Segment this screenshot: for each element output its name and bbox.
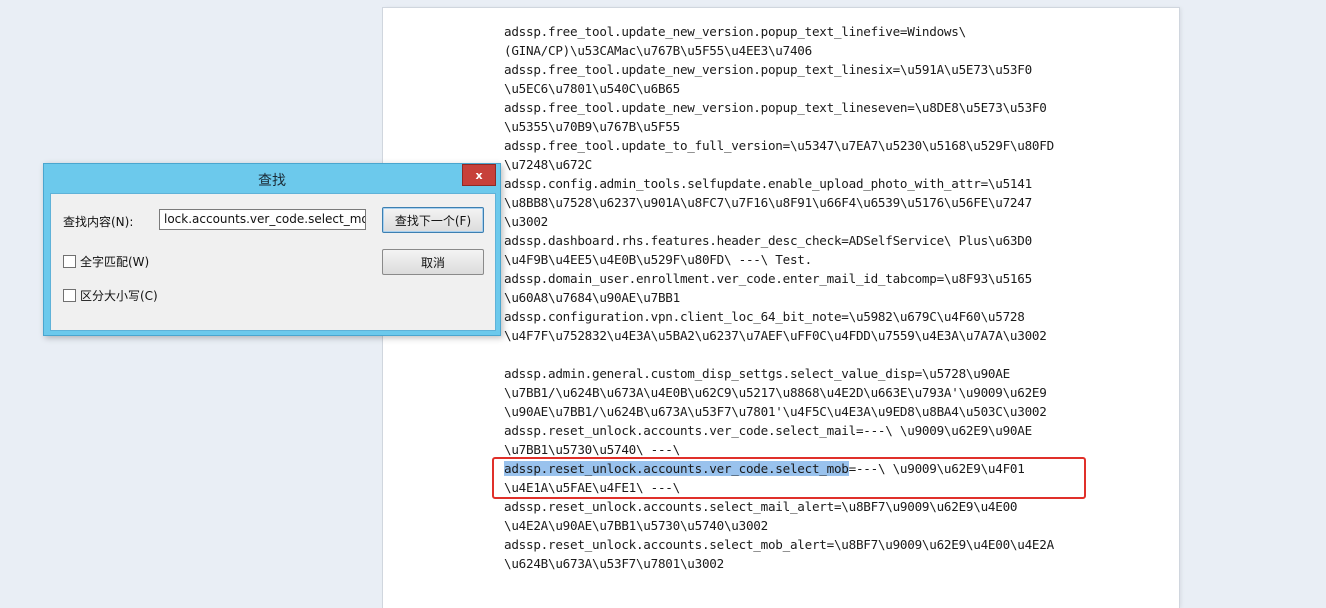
doc-line: (GINA/CP)\u53CAMac\u767B\u5F55\u4EE3\u74… bbox=[504, 43, 812, 58]
doc-line: \u8BB8\u7528\u6237\u901A\u8FC7\u7F16\u8F… bbox=[504, 195, 1032, 210]
cancel-button[interactable]: 取消 bbox=[382, 249, 484, 275]
doc-line: \u3002 bbox=[504, 214, 548, 229]
doc-line: adssp.free_tool.update_new_version.popup… bbox=[504, 100, 1047, 115]
find-dialog: 查找 x 查找内容(N): lock.accounts.ver_code.sel… bbox=[43, 163, 501, 336]
doc-line: \u5EC6\u7801\u540C\u6B65 bbox=[504, 81, 680, 96]
find-next-button[interactable]: 查找下一个(F) bbox=[382, 207, 484, 233]
match-case-checkbox[interactable] bbox=[63, 289, 76, 302]
doc-line: \u4E2A\u90AE\u7BB1\u5730\u5740\u3002 bbox=[504, 518, 768, 533]
doc-line: adssp.reset_unlock.accounts.select_mail_… bbox=[504, 499, 1018, 514]
close-button[interactable]: x bbox=[462, 164, 496, 186]
dialog-title: 查找 bbox=[258, 173, 286, 189]
doc-line: adssp.reset_unlock.accounts.select_mob_a… bbox=[504, 537, 1054, 552]
dialog-body: 查找内容(N): lock.accounts.ver_code.select_m… bbox=[50, 193, 496, 331]
doc-line: \u90AE\u7BB1/\u624B\u673A\u53F7\u7801'\u… bbox=[504, 404, 1047, 419]
find-input[interactable]: lock.accounts.ver_code.select_mob bbox=[159, 209, 366, 230]
match-case-label: 区分大小写(C) bbox=[80, 289, 158, 303]
doc-line: \u624B\u673A\u53F7\u7801\u3002 bbox=[504, 556, 724, 571]
doc-line: adssp.dashboard.rhs.features.header_desc… bbox=[504, 233, 1032, 248]
doc-line: \u5355\u70B9\u767B\u5F55 bbox=[504, 119, 680, 134]
doc-line: \u4F9B\u4EE5\u4E0B\u529F\u80FD\ ---\ Tes… bbox=[504, 252, 812, 267]
find-label: 查找内容(N): bbox=[63, 215, 134, 229]
doc-line: adssp.admin.general.custom_disp_settgs.s… bbox=[504, 366, 1010, 381]
doc-line: \u60A8\u7684\u90AE\u7BB1 bbox=[504, 290, 680, 305]
match-whole-word-label: 全字匹配(W) bbox=[80, 255, 150, 269]
match-whole-word-option[interactable]: 全字匹配(W) bbox=[63, 253, 149, 270]
doc-line: adssp.free_tool.update_new_version.popup… bbox=[504, 62, 1032, 77]
doc-line: \u7248\u672C bbox=[504, 157, 592, 172]
match-case-option[interactable]: 区分大小写(C) bbox=[63, 287, 158, 304]
close-icon: x bbox=[475, 168, 483, 182]
match-whole-word-checkbox[interactable] bbox=[63, 255, 76, 268]
doc-line: adssp.configuration.vpn.client_loc_64_bi… bbox=[504, 309, 1025, 324]
doc-line: adssp.free_tool.update_to_full_version=\… bbox=[504, 138, 1054, 153]
doc-line: adssp.free_tool.update_new_version.popup… bbox=[504, 24, 966, 39]
doc-line bbox=[504, 345, 1074, 364]
annotation-highlight-box bbox=[492, 457, 1086, 499]
doc-line: \u4F7F\u752832\u4E3A\u5BA2\u6237\u7AEF\u… bbox=[504, 328, 1047, 343]
doc-line: adssp.domain_user.enrollment.ver_code.en… bbox=[504, 271, 1032, 286]
dialog-titlebar[interactable]: 查找 x bbox=[44, 164, 500, 193]
doc-line: \u7BB1/\u624B\u673A\u4E0B\u62C9\u5217\u8… bbox=[504, 385, 1047, 400]
doc-line: adssp.reset_unlock.accounts.ver_code.sel… bbox=[504, 423, 1032, 438]
doc-line: adssp.config.admin_tools.selfupdate.enab… bbox=[504, 176, 1032, 191]
